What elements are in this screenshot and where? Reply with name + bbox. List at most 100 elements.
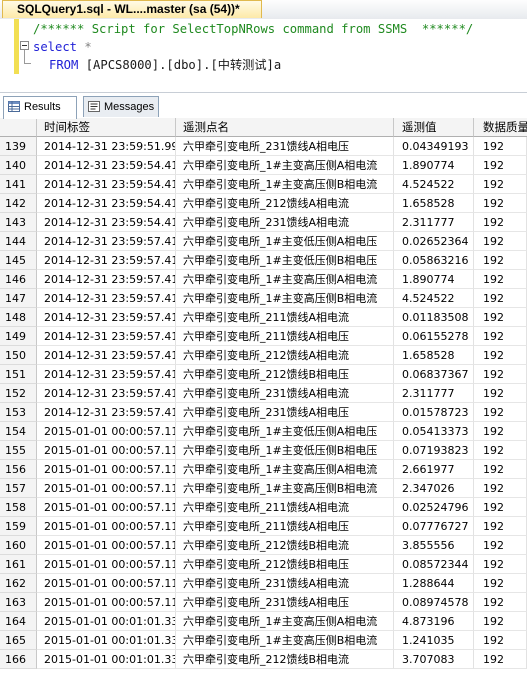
point-name-cell[interactable]: 六甲牵引变电所_1#主变高压侧B相电流: [176, 631, 394, 650]
quality-cell[interactable]: 192: [474, 593, 527, 612]
quality-cell[interactable]: 192: [474, 536, 527, 555]
quality-cell[interactable]: 192: [474, 156, 527, 175]
value-cell[interactable]: 0.08572344: [394, 555, 474, 574]
quality-cell[interactable]: 192: [474, 555, 527, 574]
row-number[interactable]: 153: [0, 403, 37, 422]
point-name-cell[interactable]: 六甲牵引变电所_212馈线B相电压: [176, 555, 394, 574]
quality-cell[interactable]: 192: [474, 631, 527, 650]
table-row[interactable]: 156 2015-01-01 00:00:57.117 六甲牵引变电所_1#主变高压…: [0, 460, 527, 479]
row-number[interactable]: 152: [0, 384, 37, 403]
row-number[interactable]: 149: [0, 327, 37, 346]
table-row[interactable]: 146 2014-12-31 23:59:57.417 六甲牵引变电所_1#主变高压…: [0, 270, 527, 289]
row-number[interactable]: 140: [0, 156, 37, 175]
timestamp-cell[interactable]: 2014-12-31 23:59:57.417: [37, 251, 176, 270]
table-row[interactable]: 150 2014-12-31 23:59:57.417 六甲牵引变电所_212馈线A…: [0, 346, 527, 365]
timestamp-cell[interactable]: 2015-01-01 00:01:01.330: [37, 650, 176, 669]
timestamp-cell[interactable]: 2014-12-31 23:59:57.417: [37, 346, 176, 365]
quality-cell[interactable]: 192: [474, 422, 527, 441]
point-name-cell[interactable]: 六甲牵引变电所_231馈线A相电流: [176, 213, 394, 232]
row-number[interactable]: 163: [0, 593, 37, 612]
row-number[interactable]: 166: [0, 650, 37, 669]
value-cell[interactable]: 0.01183508: [394, 308, 474, 327]
timestamp-cell[interactable]: 2015-01-01 00:00:57.117: [37, 479, 176, 498]
row-number[interactable]: 161: [0, 555, 37, 574]
table-row[interactable]: 159 2015-01-01 00:00:57.117 六甲牵引变电所_211馈线A…: [0, 517, 527, 536]
row-number[interactable]: 147: [0, 289, 37, 308]
table-row[interactable]: 140 2014-12-31 23:59:54.410 六甲牵引变电所_1#主变高压…: [0, 156, 527, 175]
value-cell[interactable]: 0.05413373: [394, 422, 474, 441]
value-cell[interactable]: 1.241035: [394, 631, 474, 650]
quality-cell[interactable]: 192: [474, 574, 527, 593]
table-row[interactable]: 165 2015-01-01 00:01:01.330 六甲牵引变电所_1#主变高压…: [0, 631, 527, 650]
row-number[interactable]: 164: [0, 612, 37, 631]
timestamp-cell[interactable]: 2015-01-01 00:00:57.117: [37, 422, 176, 441]
table-row[interactable]: 164 2015-01-01 00:01:01.330 六甲牵引变电所_1#主变高压…: [0, 612, 527, 631]
value-cell[interactable]: 0.02524796: [394, 498, 474, 517]
row-number[interactable]: 156: [0, 460, 37, 479]
timestamp-cell[interactable]: 2014-12-31 23:59:54.410: [37, 194, 176, 213]
quality-cell[interactable]: 192: [474, 650, 527, 669]
table-row[interactable]: 151 2014-12-31 23:59:57.417 六甲牵引变电所_212馈线B…: [0, 365, 527, 384]
point-name-cell[interactable]: 六甲牵引变电所_231馈线A相电流: [176, 574, 394, 593]
quality-cell[interactable]: 192: [474, 175, 527, 194]
quality-cell[interactable]: 192: [474, 612, 527, 631]
timestamp-cell[interactable]: 2014-12-31 23:59:57.417: [37, 365, 176, 384]
point-name-cell[interactable]: 六甲牵引变电所_231馈线A相电压: [176, 403, 394, 422]
value-cell[interactable]: 0.02652364: [394, 232, 474, 251]
value-cell[interactable]: 4.873196: [394, 612, 474, 631]
row-number[interactable]: 141: [0, 175, 37, 194]
timestamp-cell[interactable]: 2015-01-01 00:01:01.330: [37, 631, 176, 650]
value-cell[interactable]: 3.707083: [394, 650, 474, 669]
quality-cell[interactable]: 192: [474, 251, 527, 270]
point-name-cell[interactable]: 六甲牵引变电所_212馈线A相电流: [176, 194, 394, 213]
value-cell[interactable]: 0.01578723: [394, 403, 474, 422]
value-cell[interactable]: 0.08974578: [394, 593, 474, 612]
value-cell[interactable]: 0.04349193: [394, 137, 474, 156]
table-row[interactable]: 158 2015-01-01 00:00:57.117 六甲牵引变电所_211馈线A…: [0, 498, 527, 517]
row-number[interactable]: 160: [0, 536, 37, 555]
row-number[interactable]: 139: [0, 137, 37, 156]
row-number[interactable]: 148: [0, 308, 37, 327]
quality-cell[interactable]: 192: [474, 403, 527, 422]
row-number[interactable]: 150: [0, 346, 37, 365]
row-number[interactable]: 159: [0, 517, 37, 536]
value-cell[interactable]: 1.890774: [394, 270, 474, 289]
value-cell[interactable]: 2.347026: [394, 479, 474, 498]
table-row[interactable]: 153 2014-12-31 23:59:57.417 六甲牵引变电所_231馈线A…: [0, 403, 527, 422]
table-row[interactable]: 141 2014-12-31 23:59:54.410 六甲牵引变电所_1#主变高压…: [0, 175, 527, 194]
row-number[interactable]: 154: [0, 422, 37, 441]
quality-cell[interactable]: 192: [474, 498, 527, 517]
point-name-cell[interactable]: 六甲牵引变电所_211馈线A相电压: [176, 327, 394, 346]
point-name-cell[interactable]: 六甲牵引变电所_1#主变高压侧B相电流: [176, 479, 394, 498]
value-cell[interactable]: 2.311777: [394, 213, 474, 232]
query-editor[interactable]: /****** Script for SelectTopNRows comman…: [0, 19, 527, 93]
timestamp-cell[interactable]: 2014-12-31 23:59:54.413: [37, 213, 176, 232]
point-name-cell[interactable]: 六甲牵引变电所_1#主变高压侧B相电流: [176, 289, 394, 308]
row-number[interactable]: 158: [0, 498, 37, 517]
tab-messages[interactable]: Messages: [83, 96, 159, 117]
value-cell[interactable]: 0.06837367: [394, 365, 474, 384]
point-name-cell[interactable]: 六甲牵引变电所_1#主变高压侧A相电流: [176, 460, 394, 479]
point-name-cell[interactable]: 六甲牵引变电所_1#主变高压侧B相电流: [176, 175, 394, 194]
timestamp-cell[interactable]: 2015-01-01 00:00:57.117: [37, 574, 176, 593]
table-row[interactable]: 144 2014-12-31 23:59:57.417 六甲牵引变电所_1#主变低压…: [0, 232, 527, 251]
point-name-cell[interactable]: 六甲牵引变电所_211馈线A相电流: [176, 498, 394, 517]
point-name-cell[interactable]: 六甲牵引变电所_211馈线A相电流: [176, 308, 394, 327]
quality-cell[interactable]: 192: [474, 213, 527, 232]
table-row[interactable]: 161 2015-01-01 00:00:57.117 六甲牵引变电所_212馈线B…: [0, 555, 527, 574]
column-header-point-name[interactable]: 遥测点名: [176, 118, 394, 137]
table-row[interactable]: 143 2014-12-31 23:59:54.413 六甲牵引变电所_231馈线A…: [0, 213, 527, 232]
quality-cell[interactable]: 192: [474, 137, 527, 156]
quality-cell[interactable]: 192: [474, 232, 527, 251]
timestamp-cell[interactable]: 2015-01-01 00:00:57.117: [37, 555, 176, 574]
quality-cell[interactable]: 192: [474, 346, 527, 365]
timestamp-cell[interactable]: 2015-01-01 00:00:57.117: [37, 460, 176, 479]
quality-cell[interactable]: 192: [474, 308, 527, 327]
value-cell[interactable]: 1.890774: [394, 156, 474, 175]
quality-cell[interactable]: 192: [474, 441, 527, 460]
table-row[interactable]: 139 2014-12-31 23:59:51.993 六甲牵引变电所_231馈线A…: [0, 137, 527, 156]
row-number[interactable]: 151: [0, 365, 37, 384]
value-cell[interactable]: 1.658528: [394, 346, 474, 365]
timestamp-cell[interactable]: 2014-12-31 23:59:54.410: [37, 175, 176, 194]
point-name-cell[interactable]: 六甲牵引变电所_1#主变低压侧A相电压: [176, 422, 394, 441]
